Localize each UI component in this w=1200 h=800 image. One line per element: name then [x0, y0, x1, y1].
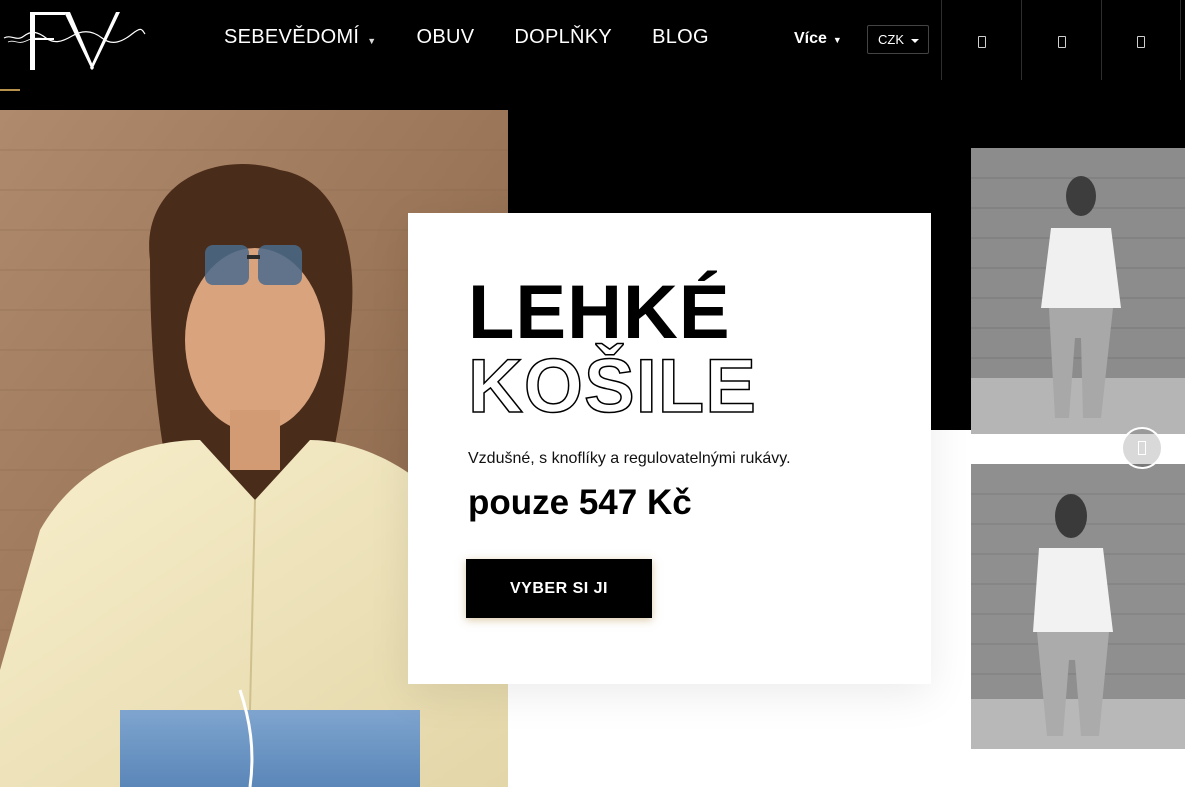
nav-item-sebevedomi[interactable]: SEBEVĚDOMÍ ▼ [224, 26, 376, 49]
nav-item-label: DOPLŇKY [514, 26, 613, 48]
nav-item-obuv[interactable]: OBUV [416, 26, 474, 49]
user-icon [1057, 36, 1066, 48]
currency-select[interactable]: CZK [867, 25, 929, 54]
nav-item-label: BLOG [652, 26, 709, 48]
promo-card: LEHKÉ KOŠILE Vzdušné, s knoflíky a regul… [408, 213, 931, 684]
promo-description: Vzdušné, s knoflíky a regulovatelnými ru… [468, 450, 791, 467]
thumbnail-image [971, 464, 1185, 749]
main-nav: SEBEVĚDOMÍ ▼ OBUV DOPLŇKY BLOG [224, 26, 709, 49]
scrollbar-track [1185, 0, 1200, 800]
promo-subtitle: KOŠILE [467, 344, 757, 429]
chevron-down-icon: ▼ [832, 35, 842, 45]
nav-item-label: OBUV [416, 26, 475, 48]
logo-graphic [3, 12, 146, 70]
more-label: Více [794, 30, 827, 47]
more-menu[interactable]: Více ▼ [794, 30, 842, 48]
logo[interactable] [2, 8, 147, 74]
nav-item-label: SEBEVĚDOMÍ [224, 26, 360, 48]
chevron-down-icon: ▼ [367, 35, 377, 46]
chevron-right-icon [1138, 441, 1146, 455]
search-button[interactable] [941, 0, 1021, 80]
account-button[interactable] [1021, 0, 1101, 80]
cart-icon [1137, 36, 1145, 48]
promo-price: pouze 547 Kč [468, 483, 692, 522]
nav-item-blog[interactable]: BLOG [652, 26, 709, 49]
cart-button[interactable] [1101, 0, 1181, 80]
nav-item-doplnky[interactable]: DOPLŇKY [514, 26, 612, 49]
thumbnail-1[interactable] [971, 148, 1185, 434]
active-underline [0, 89, 20, 91]
caret-down-icon [911, 38, 919, 43]
search-icon [977, 36, 986, 48]
page: SEBEVĚDOMÍ ▼ OBUV DOPLŇKY BLOG Více ▼ CZ… [0, 0, 1200, 800]
thumbnail-image [971, 148, 1185, 434]
promo-title: LEHKÉ [468, 270, 731, 355]
choose-product-button[interactable]: VYBER SI JI [466, 559, 652, 618]
currency-value: CZK [878, 32, 904, 47]
thumbnail-2[interactable] [971, 464, 1185, 749]
next-slide-button[interactable] [1121, 427, 1163, 469]
